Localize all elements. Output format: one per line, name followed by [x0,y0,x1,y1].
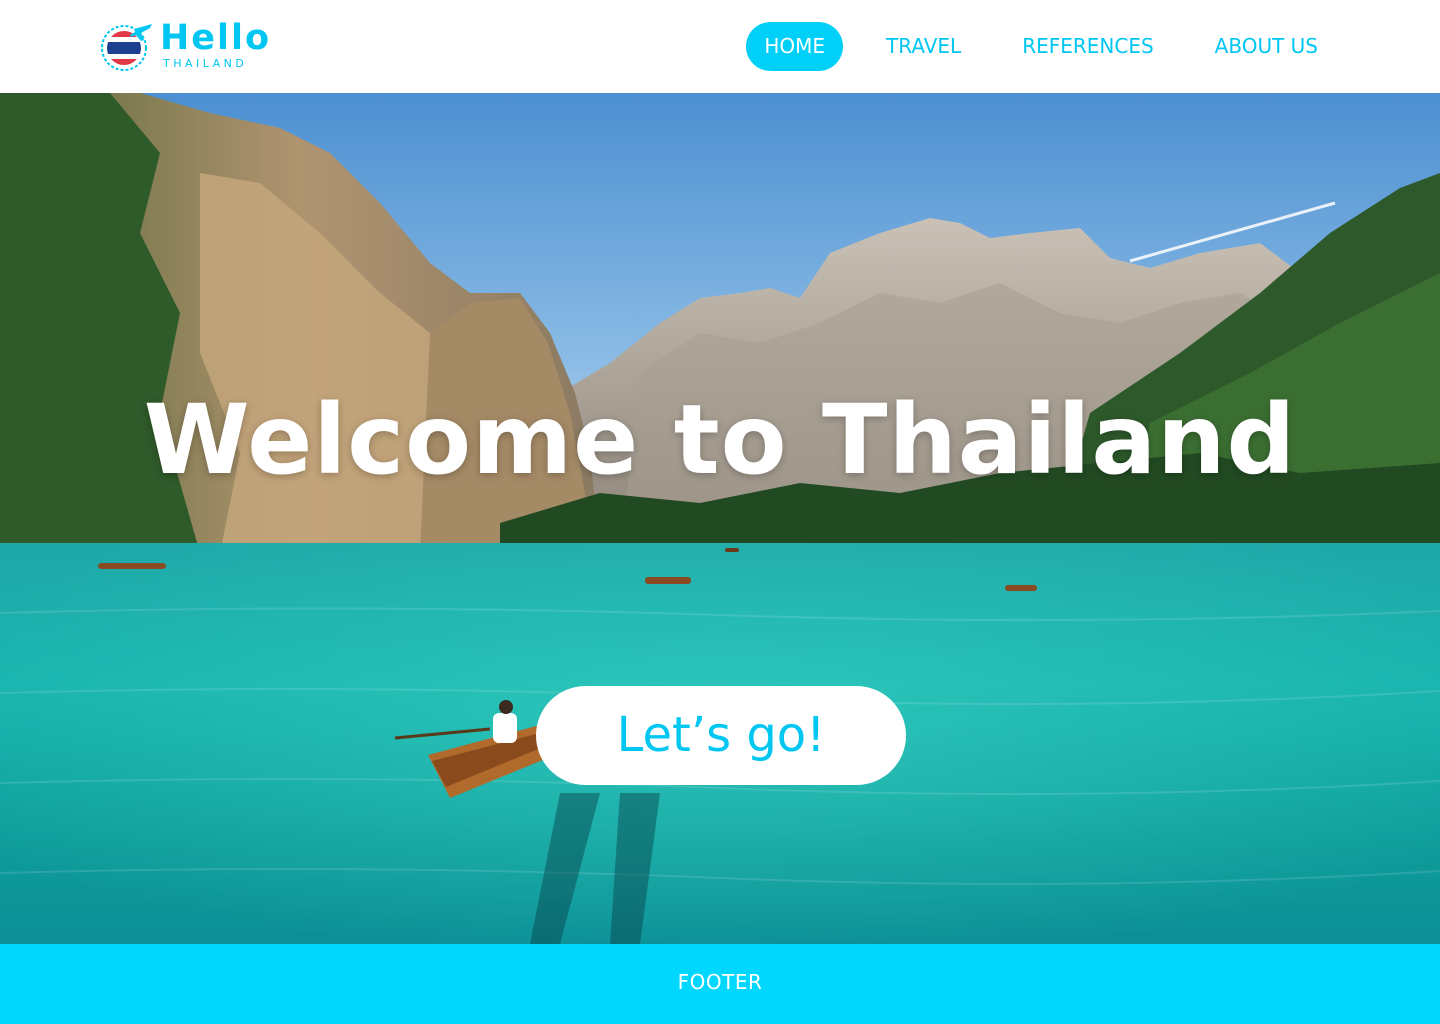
site-header: Hello THAILAND HOME TRAVEL REFERENCES AB… [0,0,1440,93]
nav-item-about-us[interactable]: ABOUT US [1197,22,1336,71]
lets-go-button[interactable]: Let’s go! [536,686,906,785]
logo-subtitle: THAILAND [163,57,248,70]
site-logo[interactable]: Hello THAILAND [100,18,269,74]
nav-item-travel[interactable]: TRAVEL [868,22,979,71]
main-nav: HOME TRAVEL REFERENCES ABOUT US [746,22,1336,71]
hero-title: Welcome to Thailand [143,384,1297,496]
site-footer: FOOTER [0,944,1440,1024]
nav-item-home[interactable]: HOME [746,22,844,71]
hero-section: Welcome to Thailand Let’s go! [0,93,1440,944]
footer-label: FOOTER [677,970,763,994]
hero-background-image [0,93,1440,944]
nav-item-references[interactable]: REFERENCES [1004,22,1171,71]
airplane-badge-icon [101,24,152,71]
logo-text: Hello [160,18,272,58]
